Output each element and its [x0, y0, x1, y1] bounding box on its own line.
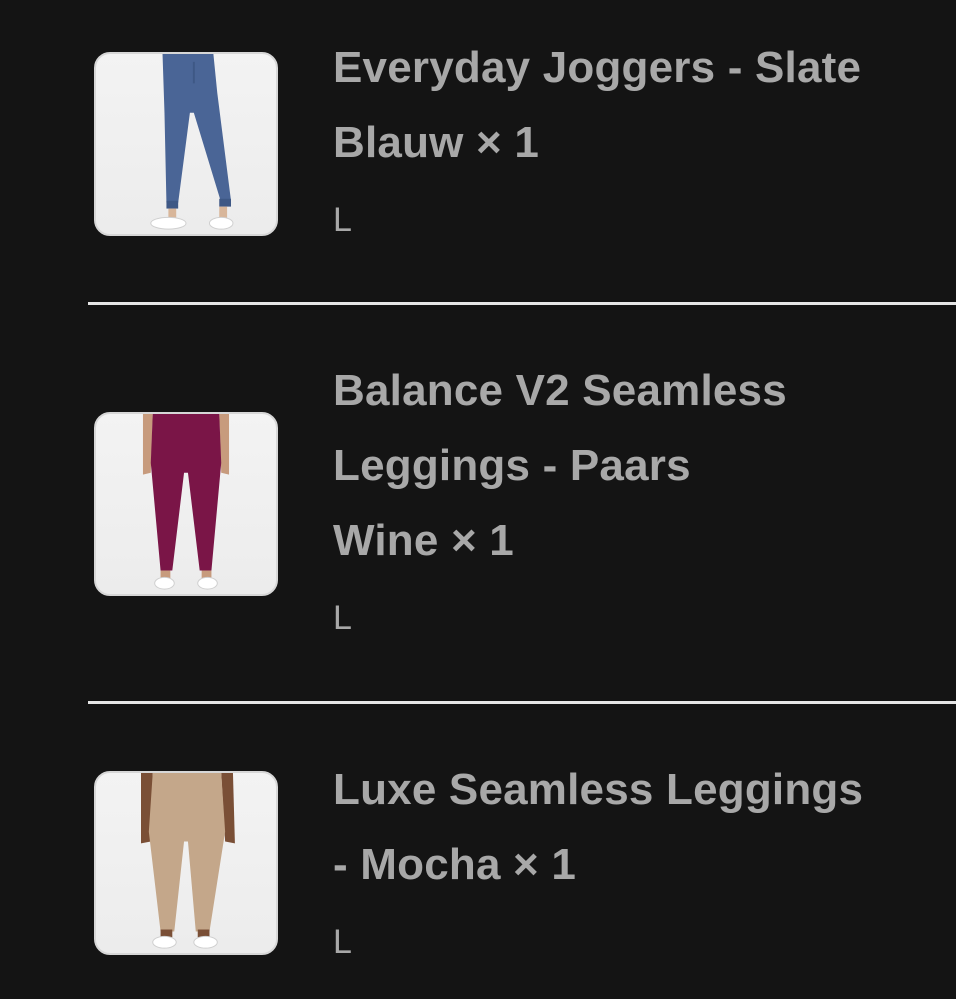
- product-thumbnail-leggings-wine[interactable]: [94, 412, 278, 596]
- product-title-line: Wine × 1: [333, 516, 514, 565]
- order-items-list: Everyday Joggers - Slate Blauw × 1 L Bal…: [0, 0, 956, 999]
- leggings-image: [141, 773, 235, 949]
- leggings-image: [142, 414, 230, 590]
- product-title-line: - Mocha × 1: [333, 840, 577, 889]
- product-variant-size: L: [333, 599, 352, 637]
- product-variant-size: L: [333, 201, 352, 239]
- product-variant-size: L: [333, 923, 352, 961]
- product-title-line: Luxe Seamless Leggings: [333, 765, 864, 814]
- joggers-image: [150, 54, 234, 230]
- list-item[interactable]: Everyday Joggers - Slate Blauw × 1 L: [0, 0, 956, 300]
- list-item[interactable]: Luxe Seamless Leggings - Mocha × 1 L: [0, 704, 956, 999]
- product-title-line: Everyday Joggers - Slate: [333, 43, 862, 92]
- product-thumbnail-leggings-mocha[interactable]: [94, 771, 278, 955]
- product-title-line: Balance V2 Seamless: [333, 366, 787, 415]
- product-title-line: Blauw × 1: [333, 118, 539, 167]
- product-thumbnail-joggers[interactable]: [94, 52, 278, 236]
- list-item[interactable]: Balance V2 Seamless Leggings - Paars Win…: [0, 305, 956, 700]
- product-title-line: Leggings - Paars: [333, 441, 691, 490]
